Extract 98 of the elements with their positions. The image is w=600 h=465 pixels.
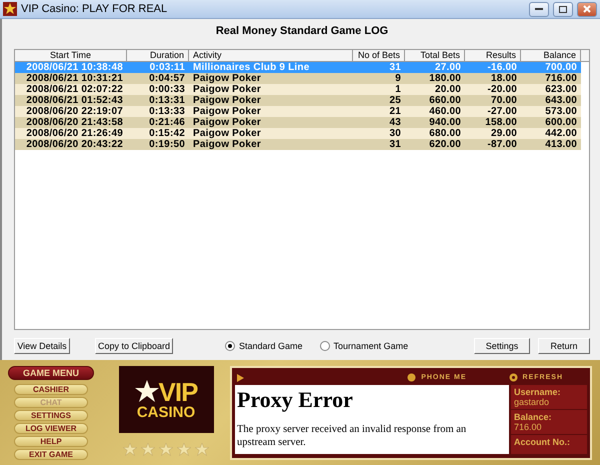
table-cell[interactable]: 600.00 [521, 117, 581, 128]
view-details-button[interactable]: View Details [14, 338, 70, 354]
column-header[interactable]: No of Bets [353, 50, 405, 62]
table-cell[interactable]: Paigow Poker [189, 95, 353, 106]
table-cell[interactable]: 0:13:33 [127, 106, 189, 117]
table-cell[interactable]: 1 [353, 84, 405, 95]
table-cell[interactable]: 460.00 [405, 106, 465, 117]
table-cell[interactable]: 0:00:33 [127, 84, 189, 95]
table-cell[interactable]: Paigow Poker [189, 139, 353, 150]
table-cell[interactable]: 9 [353, 73, 405, 84]
logo-text: CASINO [136, 404, 196, 420]
table-cell[interactable]: 620.00 [405, 139, 465, 150]
table-cell[interactable]: 2008/06/20 21:26:49 [15, 128, 127, 139]
table-cell[interactable]: 158.00 [465, 117, 521, 128]
star-icon [141, 443, 155, 456]
logo-text: VIP [158, 378, 198, 404]
table-cell[interactable]: 2008/06/21 01:52:43 [15, 95, 127, 106]
table-cell[interactable]: 623.00 [521, 84, 581, 95]
radio-label: Tournament Game [334, 341, 408, 351]
column-header[interactable]: Total Bets [405, 50, 465, 62]
table-cell[interactable]: 2008/06/21 02:07:22 [15, 84, 127, 95]
table-cell[interactable]: 180.00 [405, 73, 465, 84]
table-cell[interactable]: 21 [353, 106, 405, 117]
column-header[interactable]: Balance [521, 50, 581, 62]
menu-item[interactable]: CASHIER [14, 384, 88, 395]
table-cell[interactable]: 0:04:57 [127, 73, 189, 84]
star-icon [195, 443, 209, 456]
table-cell[interactable]: 18.00 [465, 73, 521, 84]
radio-button[interactable] [320, 341, 330, 351]
table-cell[interactable]: 25 [353, 95, 405, 106]
minimize-button[interactable] [529, 2, 549, 16]
table-cell[interactable]: 2008/06/20 20:43:22 [15, 139, 127, 150]
menu-item[interactable]: HELP [14, 436, 88, 447]
return-button[interactable]: Return [538, 338, 590, 354]
table-cell[interactable]: 680.00 [405, 128, 465, 139]
copy-button[interactable]: Copy to Clipboard [95, 338, 173, 354]
table-cell[interactable]: -87.00 [465, 139, 521, 150]
table-cell[interactable]: 0:13:31 [127, 95, 189, 106]
refresh-icon [508, 373, 518, 382]
table-cell[interactable]: 2008/06/20 22:19:07 [15, 106, 127, 117]
column-header[interactable]: Activity [189, 50, 353, 62]
table-cell[interactable]: 442.00 [521, 128, 581, 139]
menu-item[interactable]: EXIT GAME [14, 449, 88, 460]
table-cell[interactable]: 43 [353, 117, 405, 128]
field-value: 716.00 [514, 422, 543, 432]
table-cell[interactable]: 716.00 [521, 73, 581, 84]
table-cell[interactable]: -20.00 [465, 84, 521, 95]
table-cell[interactable]: Paigow Poker [189, 106, 353, 117]
table-cell[interactable]: 573.00 [521, 106, 581, 117]
table-cell[interactable]: 940.00 [405, 117, 465, 128]
table-cell[interactable]: 413.00 [521, 139, 581, 150]
table-cell[interactable]: 2008/06/20 21:43:58 [15, 117, 127, 128]
star-icon [134, 380, 159, 403]
close-button[interactable] [577, 2, 597, 16]
coin-icon [407, 373, 416, 382]
column-header[interactable]: Results [465, 50, 521, 62]
error-title: Proxy Error [237, 387, 354, 413]
column-header[interactable] [581, 50, 590, 62]
table-cell[interactable]: 30 [353, 128, 405, 139]
table-cell[interactable]: 0:19:50 [127, 139, 189, 150]
table-cell[interactable]: 2008/06/21 10:31:21 [15, 73, 127, 84]
table-cell[interactable]: 70.00 [465, 95, 521, 106]
star-icon [123, 443, 137, 456]
radio-button[interactable] [225, 341, 235, 351]
table-cell[interactable]: 20.00 [405, 84, 465, 95]
settings-button[interactable]: Settings [474, 338, 530, 354]
maximize-button[interactable] [553, 2, 573, 16]
table-cell[interactable]: -27.00 [465, 106, 521, 117]
table-cell[interactable]: 31 [353, 139, 405, 150]
table-cell[interactable]: Paigow Poker [189, 84, 353, 95]
star-icon [159, 443, 173, 456]
field-label: Username: [514, 387, 562, 397]
radio-label: Standard Game [239, 341, 303, 351]
table-cell[interactable]: 643.00 [521, 95, 581, 106]
column-header[interactable]: Duration [127, 50, 189, 62]
field-value: gastardo [514, 397, 550, 407]
star-icon [177, 443, 191, 456]
window-title: VIP Casino: PLAY FOR REAL [21, 3, 168, 15]
close-icon [583, 5, 591, 13]
table-cell[interactable]: 660.00 [405, 95, 465, 106]
minimize-icon [535, 8, 543, 10]
play-icon[interactable] [235, 372, 245, 382]
field-label: Account No.: [514, 437, 571, 447]
log-heading: Real Money Standard Game LOG [214, 24, 390, 39]
menu-item[interactable]: SETTINGS [14, 410, 88, 421]
table-cell[interactable]: 0:15:42 [127, 128, 189, 139]
error-message: The proxy server received an invalid response from an upstream server. [237, 423, 468, 449]
table-cell[interactable]: 29.00 [465, 128, 521, 139]
table-cell[interactable]: Paigow Poker [189, 117, 353, 128]
maximize-icon [559, 6, 567, 12]
star-logo-icon [3, 2, 17, 16]
game-menu-title: GAME MENU [8, 366, 94, 380]
table-cell[interactable]: Paigow Poker [189, 73, 353, 84]
menu-item[interactable]: LOG VIEWER [14, 423, 88, 434]
column-header[interactable]: Start Time [15, 50, 127, 62]
field-label: Balance: [514, 412, 553, 422]
table-cell[interactable]: Paigow Poker [189, 128, 353, 139]
table-cell[interactable]: 0:21:46 [127, 117, 189, 128]
